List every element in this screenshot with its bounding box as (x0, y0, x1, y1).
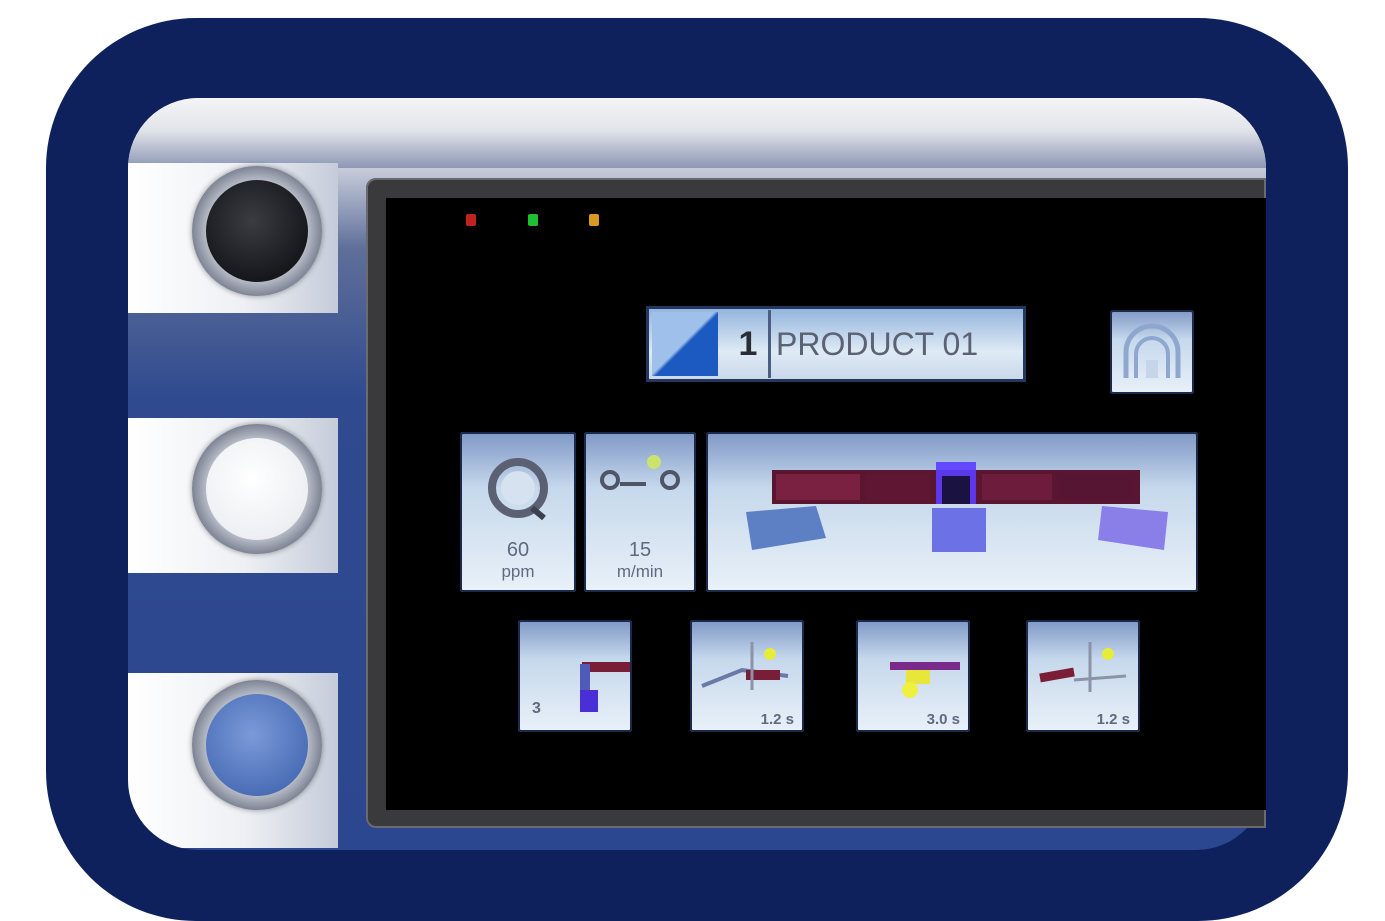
product-separator (768, 310, 771, 378)
speed-unit: ppm (501, 562, 535, 581)
status-led-green (528, 214, 538, 226)
step-release-value: 1.2 s (1096, 711, 1130, 728)
product-number: 1 (738, 325, 758, 363)
product-color-swatch (652, 312, 718, 376)
button-cap (206, 438, 308, 540)
device-top-strip (128, 98, 1266, 168)
speed-value: 60 (506, 539, 530, 561)
rotation-speed-icon (488, 458, 548, 521)
button-cap (206, 694, 308, 796)
hardware-button-black[interactable] (192, 166, 322, 296)
step-tile-hold[interactable]: 3.0 s (856, 620, 970, 732)
distance-tile[interactable]: 15 m/min (584, 432, 696, 592)
status-led-amber (589, 214, 599, 226)
distance-icon (600, 455, 680, 490)
hardware-button-blue[interactable] (192, 680, 322, 810)
home-arch-icon (1123, 323, 1181, 378)
distance-unit: m/min (616, 562, 664, 581)
conveyor-tile[interactable] (706, 432, 1198, 592)
step-push-value: 3 (532, 700, 541, 717)
button-cap (206, 180, 308, 282)
home-button[interactable] (1110, 310, 1194, 394)
step-tile-lift[interactable]: 1.2 s (690, 620, 804, 732)
hardware-button-white[interactable] (192, 424, 322, 554)
step-tile-release[interactable]: 1.2 s (1026, 620, 1140, 732)
conveyor-products-icon (746, 462, 1168, 552)
step-lift-value: 1.2 s (760, 711, 794, 728)
product-name: PRODUCT 01 (776, 326, 979, 362)
step-hold-value: 3.0 s (926, 711, 960, 728)
distance-value: 15 (628, 539, 652, 561)
status-led-red (466, 214, 476, 226)
step-tile-push[interactable]: 3 (518, 620, 632, 732)
speed-tile[interactable]: 60 ppm (460, 432, 576, 592)
